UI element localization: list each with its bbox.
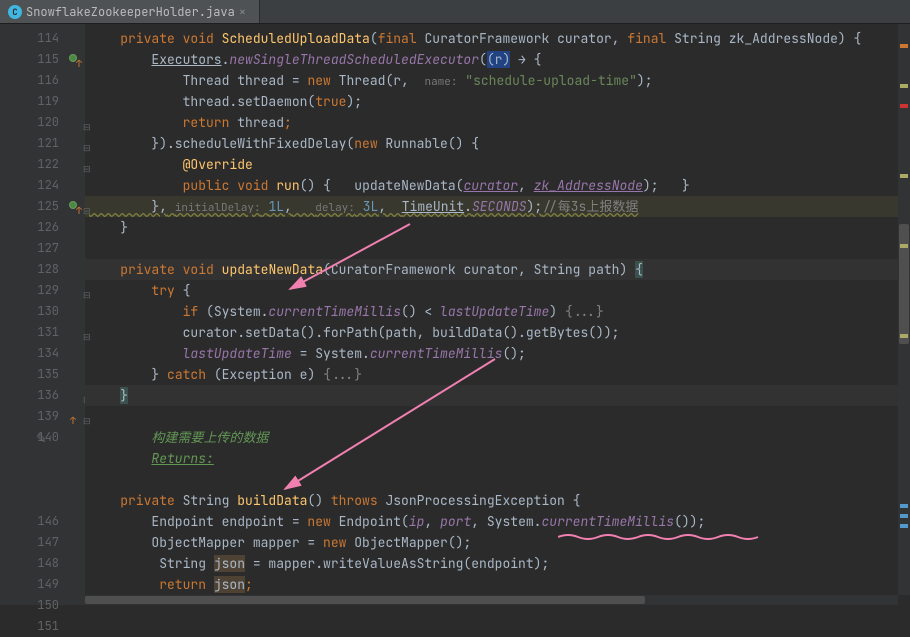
- line-number[interactable]: 146: [0, 511, 85, 532]
- code-line[interactable]: thread.setDaemon(true);: [85, 91, 910, 112]
- line-number[interactable]: 129⊟: [0, 280, 85, 301]
- scrollbar-vertical[interactable]: [898, 24, 910, 595]
- line-number[interactable]: 139↑⊟: [0, 406, 85, 427]
- error-stripe[interactable]: [900, 504, 908, 508]
- code-line[interactable]: return thread;: [85, 112, 910, 133]
- error-stripe[interactable]: [900, 524, 908, 528]
- code-line[interactable]: private void ScheduledUploadData(final C…: [85, 28, 910, 49]
- line-number[interactable]: 130: [0, 301, 85, 322]
- gutter[interactable]: 114115↑116119120⊟121⊟122⊟124125↑⊟1261271…: [0, 24, 85, 605]
- line-number[interactable]: 121⊟: [0, 133, 85, 154]
- error-stripe[interactable]: [900, 104, 908, 108]
- code-line[interactable]: ObjectMapper mapper = new ObjectMapper()…: [85, 532, 910, 553]
- line-number[interactable]: [0, 469, 85, 490]
- tab-file[interactable]: C SnowflakeZookeeperHolder.java ×: [0, 0, 260, 23]
- line-number[interactable]: 134: [0, 343, 85, 364]
- error-stripe[interactable]: [900, 84, 908, 88]
- code-line[interactable]: Returns:: [85, 448, 910, 469]
- line-number[interactable]: 147: [0, 532, 85, 553]
- code-line[interactable]: [85, 469, 910, 490]
- error-stripe[interactable]: [900, 174, 908, 178]
- code-line[interactable]: private String buildData() throws JsonPr…: [85, 490, 910, 511]
- code-line[interactable]: 构建需要上传的数据: [85, 427, 910, 448]
- line-number[interactable]: 122⊟: [0, 154, 85, 175]
- line-number[interactable]: 115↑: [0, 49, 85, 70]
- scrollbar-thumb-v[interactable]: [899, 224, 909, 344]
- line-number[interactable]: 131⊟: [0, 322, 85, 343]
- code-line[interactable]: private void updateNewData(CuratorFramew…: [85, 259, 910, 280]
- code-line[interactable]: } catch (Exception e) {...}: [85, 364, 910, 385]
- line-number[interactable]: 120⊟: [0, 112, 85, 133]
- line-number[interactable]: 150: [0, 595, 85, 616]
- code-line[interactable]: }, initialDelay: 1L, delay: 3L, TimeUnit…: [85, 196, 910, 217]
- line-number[interactable]: 126: [0, 217, 85, 238]
- close-icon[interactable]: ×: [239, 6, 251, 18]
- scrollbar-thumb-h[interactable]: [85, 596, 645, 604]
- code-line[interactable]: [85, 406, 910, 427]
- line-number[interactable]: 114: [0, 28, 85, 49]
- code-line[interactable]: lastUpdateTime = System.currentTimeMilli…: [85, 343, 910, 364]
- line-number[interactable]: 125↑⊟: [0, 196, 85, 217]
- scrollbar-horizontal[interactable]: [85, 595, 898, 605]
- gutter-marker-icon[interactable]: ↑: [67, 409, 81, 423]
- code-line[interactable]: String json = mapper.writeValueAsString(…: [85, 553, 910, 574]
- code-line[interactable]: try {: [85, 280, 910, 301]
- code-line[interactable]: if (System.currentTimeMillis() < lastUpd…: [85, 301, 910, 322]
- line-number[interactable]: 148: [0, 553, 85, 574]
- code-area[interactable]: private void ScheduledUploadData(final C…: [85, 24, 910, 605]
- edit-icon[interactable]: ✎: [36, 430, 47, 447]
- line-number[interactable]: 124: [0, 175, 85, 196]
- line-number[interactable]: 128: [0, 259, 85, 280]
- error-stripe[interactable]: [900, 244, 908, 248]
- tab-filename: SnowflakeZookeeperHolder.java: [26, 4, 235, 20]
- code-line[interactable]: }: [85, 217, 910, 238]
- java-class-icon: C: [8, 5, 22, 19]
- code-line[interactable]: Endpoint endpoint = new Endpoint(ip, por…: [85, 511, 910, 532]
- code-line[interactable]: curator.setData().forPath(path, buildDat…: [85, 322, 910, 343]
- line-number[interactable]: 135: [0, 364, 85, 385]
- code-line[interactable]: @Override: [85, 154, 910, 175]
- gutter-marker-icon[interactable]: ↑: [67, 52, 81, 66]
- code-line[interactable]: Thread thread = new Thread(r, name: "sch…: [85, 70, 910, 91]
- error-stripe[interactable]: [900, 44, 908, 48]
- line-number[interactable]: 151: [0, 616, 85, 637]
- line-number[interactable]: 116: [0, 70, 85, 91]
- code-line[interactable]: }).scheduleWithFixedDelay(new Runnable()…: [85, 133, 910, 154]
- gutter-marker-icon[interactable]: ↑: [67, 199, 81, 213]
- error-stripe[interactable]: [900, 334, 908, 338]
- code-line[interactable]: Executors.newSingleThreadScheduledExecut…: [85, 49, 910, 70]
- code-line[interactable]: }: [85, 385, 910, 406]
- line-number[interactable]: [0, 448, 85, 469]
- editor: 114115↑116119120⊟121⊟122⊟124125↑⊟1261271…: [0, 24, 910, 605]
- line-number[interactable]: 119: [0, 91, 85, 112]
- code-line[interactable]: public void run() { updateNewData(curato…: [85, 175, 910, 196]
- code-line[interactable]: return json;: [85, 574, 910, 595]
- tab-bar: C SnowflakeZookeeperHolder.java ×: [0, 0, 910, 24]
- code-line[interactable]: [85, 238, 910, 259]
- line-number[interactable]: 127: [0, 238, 85, 259]
- line-number[interactable]: 136⊟: [0, 385, 85, 406]
- line-number[interactable]: 149: [0, 574, 85, 595]
- error-stripe[interactable]: [900, 514, 908, 518]
- line-number[interactable]: [0, 490, 85, 511]
